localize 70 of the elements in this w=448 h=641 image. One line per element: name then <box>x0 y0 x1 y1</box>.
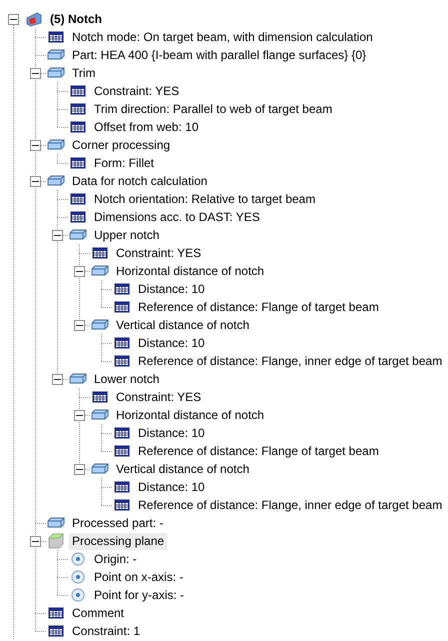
table-icon <box>47 623 65 639</box>
table-icon <box>113 353 131 369</box>
node-label[interactable]: Constraint: 1 <box>69 622 144 640</box>
target-icon <box>69 587 87 603</box>
node-label[interactable]: Form: Fillet <box>91 154 157 172</box>
node-label[interactable]: Part: HEA 400 {I-beam with parallel flange surfaces} {0} <box>69 46 370 64</box>
collapse-button[interactable] <box>30 536 41 546</box>
collapse-button[interactable] <box>30 176 41 186</box>
target-icon <box>69 551 87 567</box>
node-label[interactable]: Horizontal distance of notch <box>113 262 268 280</box>
node-label[interactable]: Distance: 10 <box>135 478 208 496</box>
collapse-button[interactable] <box>8 14 19 24</box>
node-label[interactable]: Vertical distance of notch <box>113 316 252 334</box>
table-icon <box>69 119 87 135</box>
node-label[interactable]: Trim <box>69 64 99 82</box>
node-label[interactable]: Dimensions acc. to DAST: YES <box>91 208 263 226</box>
collapse-button[interactable] <box>74 464 85 474</box>
node-label[interactable]: Notch mode: On target beam, with dimension calculation <box>69 28 376 46</box>
beam-icon <box>25 11 43 27</box>
table-icon <box>113 299 131 315</box>
target-icon <box>69 569 87 585</box>
table-icon <box>113 443 131 459</box>
node-label[interactable]: Lower notch <box>91 370 162 388</box>
table-icon <box>113 497 131 513</box>
node-label[interactable]: Upper notch <box>91 226 162 244</box>
node-label[interactable]: Origin: - <box>91 550 140 568</box>
collapse-button[interactable] <box>30 68 41 78</box>
node-label[interactable]: Distance: 10 <box>135 280 208 298</box>
table-icon <box>113 335 131 351</box>
node-label[interactable]: Distance: 10 <box>135 424 208 442</box>
table-icon <box>47 605 65 621</box>
node-label[interactable]: Point for y-axis: - <box>91 586 188 604</box>
table-icon <box>69 191 87 207</box>
table-icon <box>69 209 87 225</box>
collapse-button[interactable] <box>74 410 85 420</box>
node-label[interactable]: Distance: 10 <box>135 334 208 352</box>
node-label[interactable]: Data for notch calculation <box>69 172 210 190</box>
collapse-button[interactable] <box>52 230 63 240</box>
table-icon <box>91 389 109 405</box>
table-icon <box>69 83 87 99</box>
node-label[interactable]: Horizontal distance of notch <box>113 406 268 424</box>
node-label[interactable]: Comment <box>69 604 128 622</box>
collapse-button[interactable] <box>74 320 85 330</box>
node-label[interactable]: Constraint: YES <box>113 244 204 262</box>
table-icon <box>91 245 109 261</box>
node-label[interactable]: Point on x-axis: - <box>91 568 186 586</box>
node-label[interactable]: Constraint: YES <box>91 82 182 100</box>
node-label[interactable]: Trim direction: Parallel to web of target beam <box>91 100 336 118</box>
node-label[interactable]: Processing plane <box>69 532 168 550</box>
node-label[interactable]: Reference of distance: Flange, inner edge of target beam <box>135 352 446 370</box>
table-icon <box>47 29 65 45</box>
node-label[interactable]: Processed part: - <box>69 514 166 532</box>
node-label[interactable]: Reference of distance: Flange of target beam <box>135 298 382 316</box>
collapse-button[interactable] <box>74 266 85 276</box>
table-icon <box>69 155 87 171</box>
node-label[interactable]: Constraint: YES <box>113 388 204 406</box>
node-label[interactable]: Corner processing <box>69 136 174 154</box>
node-label[interactable]: Notch orientation: Relative to target beam <box>91 190 318 208</box>
node-label[interactable]: Vertical distance of notch <box>113 460 252 478</box>
table-icon <box>113 281 131 297</box>
cube-icon <box>47 533 65 549</box>
table-icon <box>69 101 87 117</box>
collapse-button[interactable] <box>30 140 41 150</box>
collapse-button[interactable] <box>52 374 63 384</box>
node-label[interactable]: Reference of distance: Flange, inner edge of target beam <box>135 496 446 514</box>
table-icon <box>113 479 131 495</box>
table-icon <box>113 425 131 441</box>
node-label[interactable]: Offset from web: 10 <box>91 118 202 136</box>
node-label[interactable]: (5) Notch <box>47 10 105 28</box>
node-label[interactable]: Reference of distance: Flange of target beam <box>135 442 382 460</box>
